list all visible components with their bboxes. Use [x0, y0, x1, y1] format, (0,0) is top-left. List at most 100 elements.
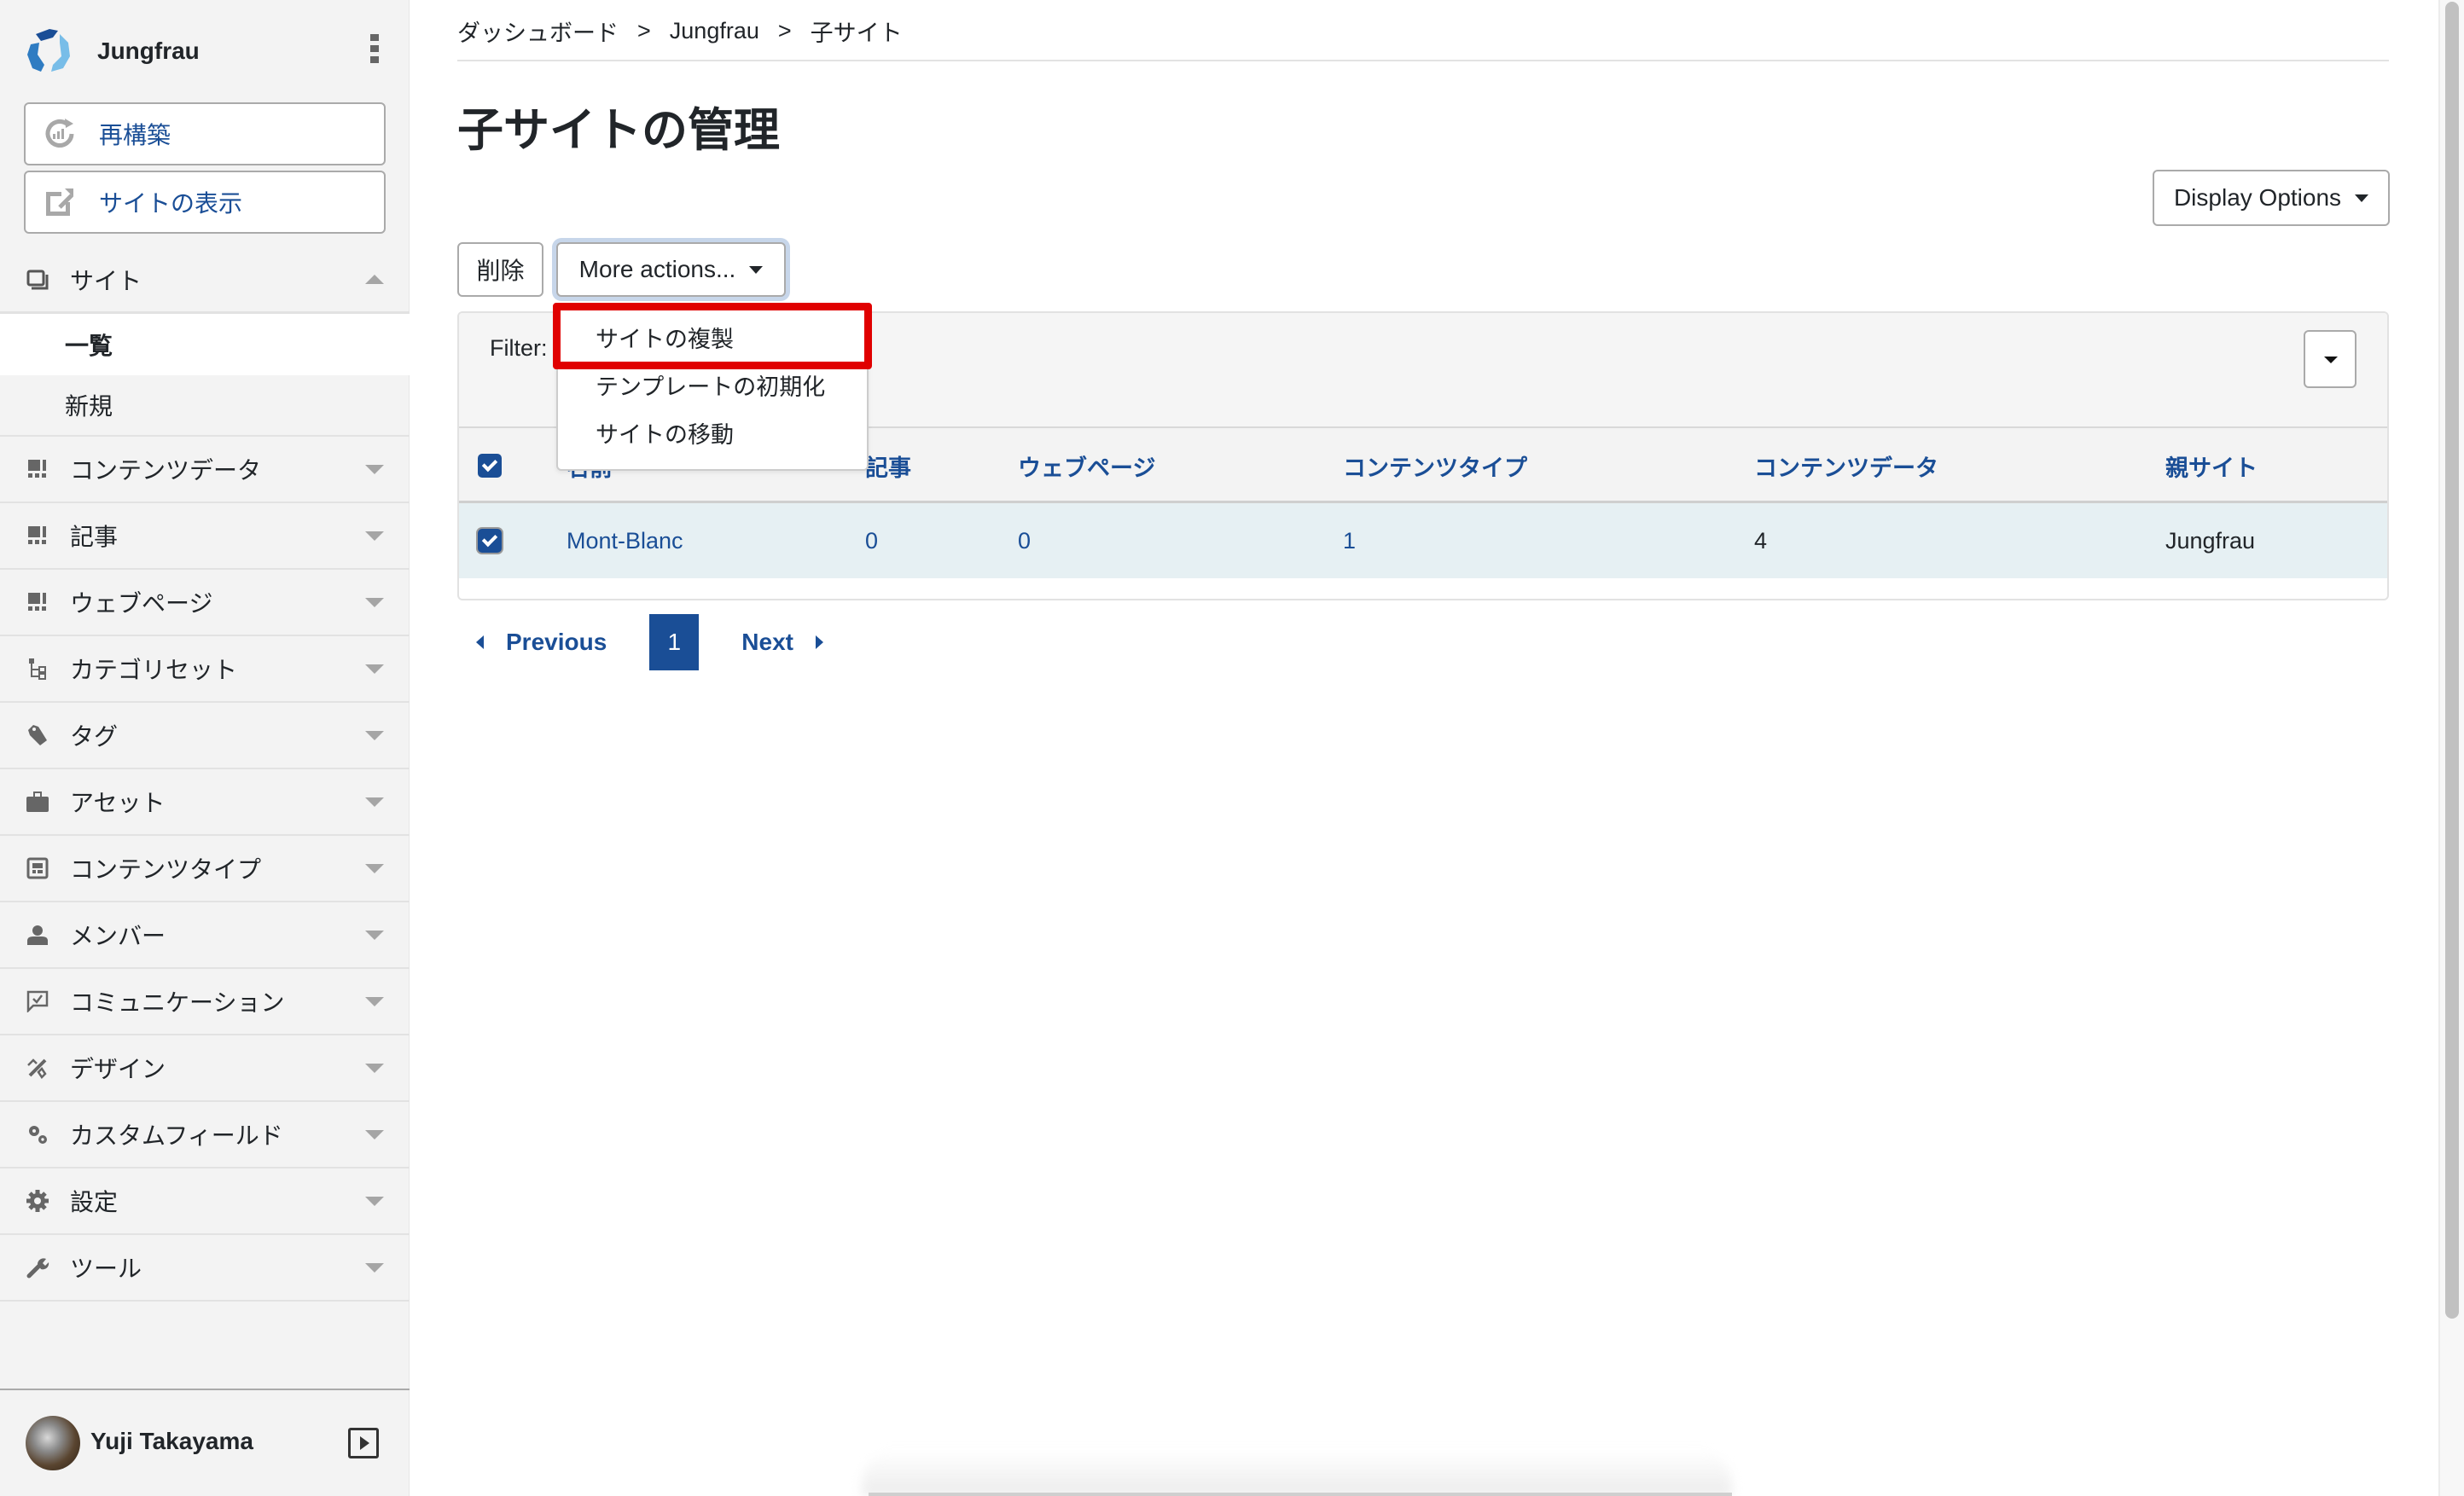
- settings-icon: [26, 1189, 49, 1213]
- sidebar-item-label: 記事: [70, 524, 119, 550]
- view-site-label: サイトの表示: [99, 190, 243, 217]
- sidebar-item-assets[interactable]: アセット: [0, 769, 410, 836]
- column-header-entries[interactable]: 記事: [865, 428, 911, 503]
- display-options-label: Display Options: [2173, 184, 2342, 211]
- bottom-scroll-shadow: [862, 1450, 1732, 1496]
- page-number-current[interactable]: 1: [649, 614, 700, 670]
- sidebar-item-settings[interactable]: 設定: [0, 1168, 410, 1235]
- sidebar-item-design[interactable]: デザイン: [0, 1035, 410, 1102]
- view-site-button[interactable]: サイトの表示: [24, 171, 386, 234]
- sidebar-subitem-new[interactable]: 新規: [0, 375, 410, 437]
- table-row: Mont-Blanc 0 0 1 4 Jungfrau: [459, 503, 2387, 578]
- pagination: Previous 1 Next: [457, 614, 823, 670]
- sidebar-subitem-list[interactable]: 一覧: [0, 314, 410, 375]
- rebuild-button[interactable]: 再構築: [24, 102, 386, 165]
- next-page-link[interactable]: Next: [741, 629, 823, 656]
- entry-icon: [26, 524, 49, 548]
- user-name[interactable]: Yuji Takayama: [90, 1428, 253, 1455]
- sidebar-item-content-data[interactable]: コンテンツデータ: [0, 437, 410, 503]
- menu-item-clone-site[interactable]: サイトの複製: [558, 313, 867, 361]
- sidebar-item-communication[interactable]: コミュニケーション: [0, 969, 410, 1035]
- page-title: 子サイトの管理: [457, 105, 780, 156]
- breadcrumb-divider: [457, 60, 2389, 61]
- sidebar-item-entries[interactable]: 記事: [0, 503, 410, 570]
- column-header-webpages[interactable]: ウェブページ: [1018, 428, 1155, 503]
- chevron-down-icon: [365, 930, 384, 940]
- content-data-icon: [26, 457, 49, 481]
- more-actions-button[interactable]: More actions...: [556, 242, 786, 297]
- sidebar-item-label: サイト: [70, 267, 142, 294]
- sidebar-item-tools[interactable]: ツール: [0, 1235, 410, 1302]
- more-actions-menu: サイトの複製 テンプレートの初期化 サイトの移動: [556, 304, 869, 471]
- breadcrumb-site[interactable]: Jungfrau: [670, 18, 759, 44]
- sidebar-item-label: タグ: [70, 723, 119, 750]
- chevron-down-icon: [365, 531, 384, 541]
- tag-icon: [26, 723, 49, 747]
- sidebar-item-label: コンテンツデータ: [70, 457, 262, 484]
- breadcrumb-current: 子サイト: [810, 20, 903, 46]
- menu-item-refresh-templates[interactable]: テンプレートの初期化: [558, 361, 867, 409]
- entries-count-link[interactable]: 0: [865, 528, 878, 554]
- chevron-down-icon: [365, 730, 384, 740]
- sidebar-item-label: デザイン: [70, 1056, 166, 1082]
- chevron-down-icon: [365, 664, 384, 674]
- collapse-sidebar-icon[interactable]: [348, 1428, 379, 1458]
- sidebar: Jungfrau 再構築 サイトの表示 サイト 一覧 新規 コンテンツデータ 記…: [0, 0, 410, 1496]
- previous-page-link[interactable]: Previous: [476, 629, 607, 656]
- custom-field-icon: [26, 1122, 49, 1146]
- sidebar-item-category-sets[interactable]: カテゴリセット: [0, 636, 410, 703]
- sidebar-item-label: 設定: [70, 1189, 119, 1215]
- sidebar-subitem-label: 一覧: [65, 333, 113, 359]
- sidebar-item-custom-fields[interactable]: カスタムフィールド: [0, 1102, 410, 1168]
- vertical-scrollbar[interactable]: [2438, 0, 2464, 1496]
- delete-label: 削除: [476, 258, 525, 284]
- delete-button[interactable]: 削除: [457, 242, 543, 297]
- sidebar-item-label: カテゴリセット: [70, 657, 238, 683]
- sidebar-item-site[interactable]: サイト: [0, 247, 410, 314]
- chevron-down-icon: [365, 1196, 384, 1206]
- column-header-parent-site[interactable]: 親サイト: [2165, 428, 2258, 503]
- site-menu-kebab-icon[interactable]: [370, 34, 382, 63]
- parent-site: Jungfrau: [2165, 527, 2256, 554]
- sidebar-item-tags[interactable]: タグ: [0, 703, 410, 769]
- sidebar-item-members[interactable]: メンバー: [0, 902, 410, 969]
- site-icon: [26, 268, 49, 292]
- menu-item-move-site[interactable]: サイトの移動: [558, 409, 867, 456]
- content-type-icon: [26, 856, 49, 880]
- chevron-down-icon: [365, 464, 384, 474]
- user-bar: Yuji Takayama: [0, 1389, 410, 1496]
- site-name: Jungfrau: [97, 38, 200, 64]
- display-options-button[interactable]: Display Options: [2153, 170, 2390, 226]
- site-header: Jungfrau: [24, 24, 399, 78]
- chevron-down-icon: [365, 597, 384, 607]
- chevron-down-icon: [365, 863, 384, 873]
- filter-toggle-button[interactable]: [2304, 330, 2356, 388]
- category-set-icon: [26, 657, 49, 681]
- select-all-checkbox[interactable]: [478, 454, 502, 478]
- avatar[interactable]: [26, 1416, 80, 1470]
- rebuild-icon: [45, 119, 74, 148]
- webpage-icon: [26, 590, 49, 614]
- asset-icon: [26, 790, 49, 814]
- caret-right-icon: [815, 635, 823, 649]
- chevron-up-icon: [365, 275, 384, 284]
- sidebar-item-webpages[interactable]: ウェブページ: [0, 570, 410, 636]
- filter-label: Filter:: [490, 335, 548, 361]
- sidebar-item-label: ツール: [70, 1255, 142, 1282]
- chevron-down-icon: [365, 1063, 384, 1073]
- column-header-content-types[interactable]: コンテンツタイプ: [1343, 428, 1527, 503]
- member-icon: [26, 923, 49, 947]
- scrollbar-thumb[interactable]: [2445, 2, 2459, 1319]
- chevron-down-icon: [365, 797, 384, 807]
- sidebar-item-content-types[interactable]: コンテンツタイプ: [0, 836, 410, 902]
- site-name-link[interactable]: Mont-Blanc: [567, 528, 683, 554]
- external-link-icon: [46, 188, 73, 216]
- sidebar-item-label: コミュニケーション: [70, 989, 285, 1016]
- column-header-content-data[interactable]: コンテンツデータ: [1754, 428, 1938, 503]
- sidebar-item-label: メンバー: [70, 923, 166, 949]
- webpages-count-link[interactable]: 0: [1018, 528, 1031, 554]
- row-checkbox[interactable]: [478, 529, 502, 553]
- content-types-count-link[interactable]: 1: [1343, 528, 1356, 554]
- sidebar-subitem-label: 新規: [65, 393, 113, 420]
- breadcrumb-dashboard[interactable]: ダッシュボード: [457, 14, 619, 48]
